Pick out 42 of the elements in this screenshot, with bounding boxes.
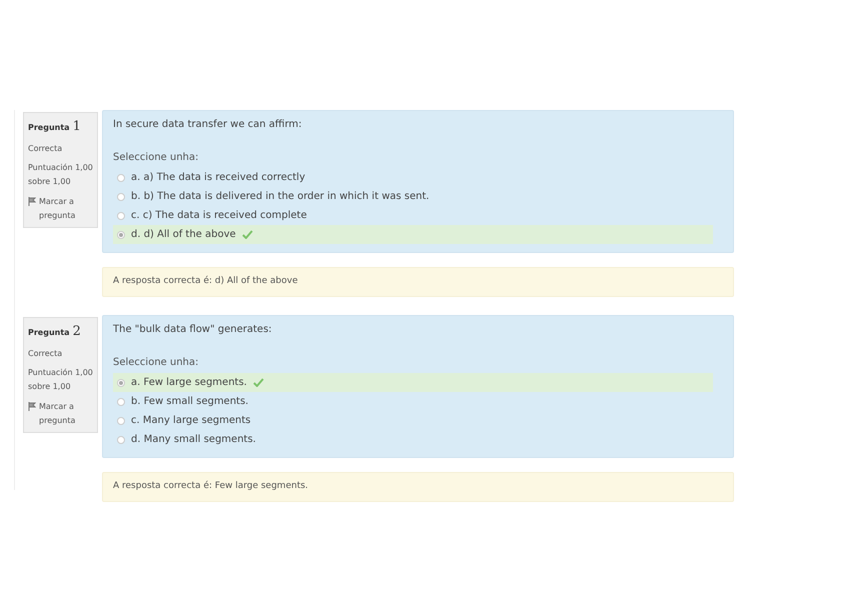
flag-icon	[28, 402, 36, 410]
radio-button[interactable]	[117, 398, 125, 406]
answer-option[interactable]: c. c) The data is received complete	[113, 206, 713, 225]
question-state: Correcta	[28, 348, 64, 360]
answer-option[interactable]: a. a) The data is received correctly	[113, 168, 713, 187]
question-label: Pregunta	[28, 122, 70, 134]
question-text: In secure data transfer we can affirm:	[113, 118, 303, 132]
radio-button[interactable]	[117, 174, 125, 182]
radio-button[interactable]	[117, 212, 125, 220]
option-text: a. Few large segments.	[131, 376, 247, 390]
answer-prompt: Seleccione unha:	[113, 356, 200, 370]
answer-option[interactable]: b. b) The data is delivered in the order in which it was sent.	[113, 187, 713, 206]
option-text: b. Few small segments.	[131, 395, 248, 409]
answer-option[interactable]: a. Few large segments.	[113, 373, 713, 392]
radio-button[interactable]	[117, 192, 125, 200]
correct-answer-text: A resposta correcta é: d) All of the above	[113, 275, 298, 288]
flag-question-link[interactable]: Marcar a pregunta	[39, 400, 93, 428]
option-text: d. d) All of the above	[131, 228, 236, 242]
radio-button[interactable]	[117, 416, 125, 424]
question-score: Puntuación 1,00 sobre 1,00	[28, 366, 93, 392]
answer-option[interactable]: d. d) All of the above	[113, 225, 713, 244]
question-number: 1	[72, 118, 81, 136]
radio-button[interactable]	[117, 436, 125, 444]
answer-prompt: Seleccione unha:	[113, 151, 200, 165]
option-text: c. c) The data is received complete	[131, 209, 307, 223]
radio-button[interactable]	[117, 230, 125, 238]
answer-option[interactable]: d. Many small segments.	[113, 430, 713, 449]
option-text: c. Many large segments	[131, 414, 251, 428]
question-state: Correcta	[28, 142, 64, 154]
option-text: d. Many small segments.	[131, 433, 256, 447]
option-text: b. b) The data is delivered in the order in which it was sent.	[131, 190, 430, 204]
question-number: 2	[72, 323, 81, 341]
radio-button[interactable]	[117, 378, 125, 386]
correct-answer-text: A resposta correcta é: Few large segments.	[113, 480, 308, 494]
answer-option[interactable]: c. Many large segments	[113, 411, 713, 430]
question-label: Pregunta	[28, 327, 70, 339]
question-score: Puntuación 1,00 sobre 1,00	[28, 162, 93, 188]
flag-question-link[interactable]: Marcar a pregunta	[39, 194, 93, 222]
question-text: The "bulk data flow" generates:	[113, 323, 273, 337]
option-text: a. a) The data is received correctly	[131, 171, 306, 185]
flag-icon	[28, 196, 36, 206]
answer-option[interactable]: b. Few small segments.	[113, 392, 713, 411]
